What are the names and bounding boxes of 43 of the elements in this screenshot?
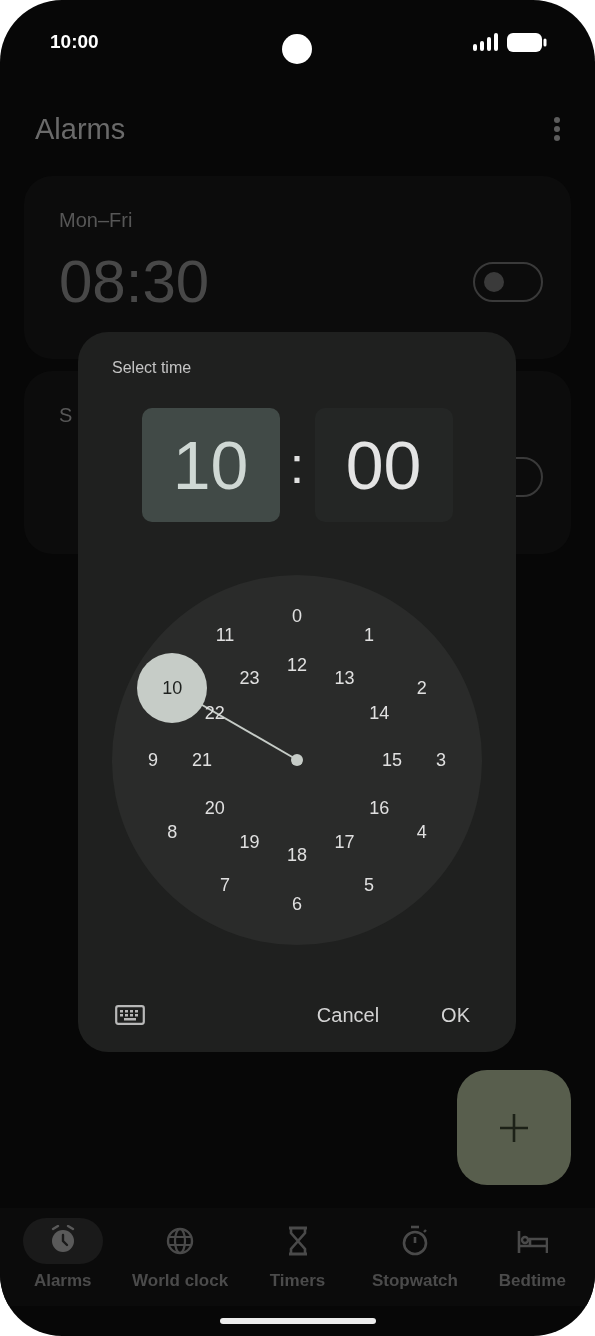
hour-number[interactable]: 2: [416, 677, 427, 699]
toggle-switch[interactable]: [473, 262, 543, 302]
camera-hole: [282, 34, 312, 64]
dial-center-dot: [291, 754, 303, 766]
dialog-button[interactable]: OK: [429, 995, 482, 1035]
status-time: 10:00: [50, 31, 99, 53]
hour-number[interactable]: 12: [287, 654, 307, 676]
plus-icon: [498, 1111, 530, 1144]
hour-number[interactable]: 1: [364, 624, 374, 647]
alarm-days: Mon–Fri: [59, 208, 543, 232]
hour-number[interactable]: 21: [192, 749, 212, 771]
nav-tab-indicator[interactable]: [22, 1218, 103, 1264]
hour-number[interactable]: 13: [334, 666, 355, 689]
keyboard-icon[interactable]: [115, 1005, 145, 1025]
signal-icon: [473, 33, 499, 51]
hour-number[interactable]: 19: [239, 831, 260, 854]
alarm-time: 08:30: [59, 247, 210, 317]
hour-number[interactable]: 3: [436, 749, 446, 771]
app-title: Alarms: [35, 112, 126, 146]
hour-number[interactable]: 8: [167, 821, 178, 843]
hour-number[interactable]: 7: [220, 873, 230, 896]
hour-number[interactable]: 0: [292, 605, 302, 627]
hour-number[interactable]: 14: [369, 701, 390, 724]
add-alarm-button[interactable]: [457, 1070, 571, 1185]
dialog-button[interactable]: Cancel: [304, 995, 392, 1035]
hour-number[interactable]: 18: [287, 844, 307, 866]
time-separator: :: [288, 435, 306, 495]
dialog-title: Select time: [112, 359, 193, 377]
home-indicator[interactable]: [219, 1318, 376, 1324]
hour-number[interactable]: 9: [148, 749, 158, 771]
hour-number[interactable]: 6: [292, 893, 302, 915]
minute-field[interactable]: 00: [314, 408, 453, 522]
hour-number[interactable]: 20: [204, 796, 225, 819]
hour-number[interactable]: 4: [416, 821, 427, 843]
more-menu-icon[interactable]: [553, 116, 561, 142]
hour-number[interactable]: 11: [215, 624, 235, 647]
hour-number[interactable]: 15: [382, 749, 402, 771]
battery-icon: [507, 32, 547, 52]
hour-field[interactable]: 10: [141, 408, 280, 522]
hour-number[interactable]: 17: [334, 831, 355, 854]
hour-number[interactable]: 23: [239, 666, 260, 689]
hour-number[interactable]: 5: [364, 873, 374, 896]
hour-number[interactable]: 16: [369, 796, 390, 819]
